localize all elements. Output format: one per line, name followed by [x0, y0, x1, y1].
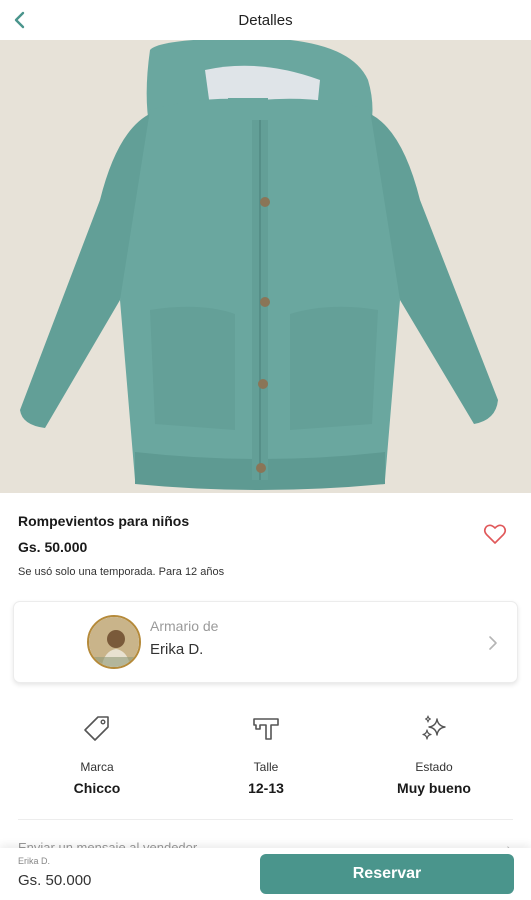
product-price: Gs. 50.000 — [18, 539, 88, 555]
bottom-action-bar: Erika D. Gs. 50.000 Reservar — [0, 848, 531, 900]
product-title: Rompevientos para niños — [18, 513, 190, 529]
seller-name: Erika D. — [150, 641, 204, 658]
seller-closet-card[interactable]: Armario de Erika D. — [13, 601, 518, 683]
avatar — [87, 615, 141, 669]
favorite-button[interactable] — [483, 523, 507, 545]
divider — [18, 819, 513, 820]
attribute-value: 12-13 — [248, 780, 284, 796]
closet-label: Armario de — [150, 618, 219, 634]
sparkle-icon — [422, 715, 446, 740]
back-button[interactable] — [6, 6, 34, 34]
attribute-size: Talle 12-13 — [181, 710, 351, 796]
product-info: Rompevientos para niños Gs. 50.000 Se us… — [0, 493, 531, 599]
product-photo[interactable] — [0, 40, 531, 493]
attribute-value: Chicco — [73, 780, 121, 796]
bottom-price: Gs. 50.000 — [18, 872, 92, 889]
chevron-left-icon — [14, 11, 25, 29]
bottom-seller-name: Erika D. — [18, 856, 51, 866]
product-attributes: Marca Chicco Talle 12-13 Estado Muy buen… — [0, 710, 531, 800]
hanger-icon — [253, 718, 279, 740]
product-description: Se usó solo una temporada. Para 12 años — [18, 566, 225, 578]
reserve-button[interactable]: Reservar — [260, 854, 514, 894]
attribute-label: Estado — [415, 760, 453, 774]
attribute-brand: Marca Chicco — [12, 710, 182, 796]
top-bar: Detalles — [0, 0, 531, 40]
attribute-label: Talle — [253, 760, 279, 774]
attribute-value: Muy bueno — [397, 780, 471, 796]
tag-icon — [84, 716, 109, 741]
heart-outline-icon — [483, 524, 507, 544]
attribute-label: Marca — [80, 760, 114, 774]
attribute-condition: Estado Muy bueno — [349, 710, 519, 796]
chevron-right-icon — [489, 636, 497, 650]
jacket-image — [0, 40, 531, 493]
page-title: Detalles — [238, 11, 293, 29]
